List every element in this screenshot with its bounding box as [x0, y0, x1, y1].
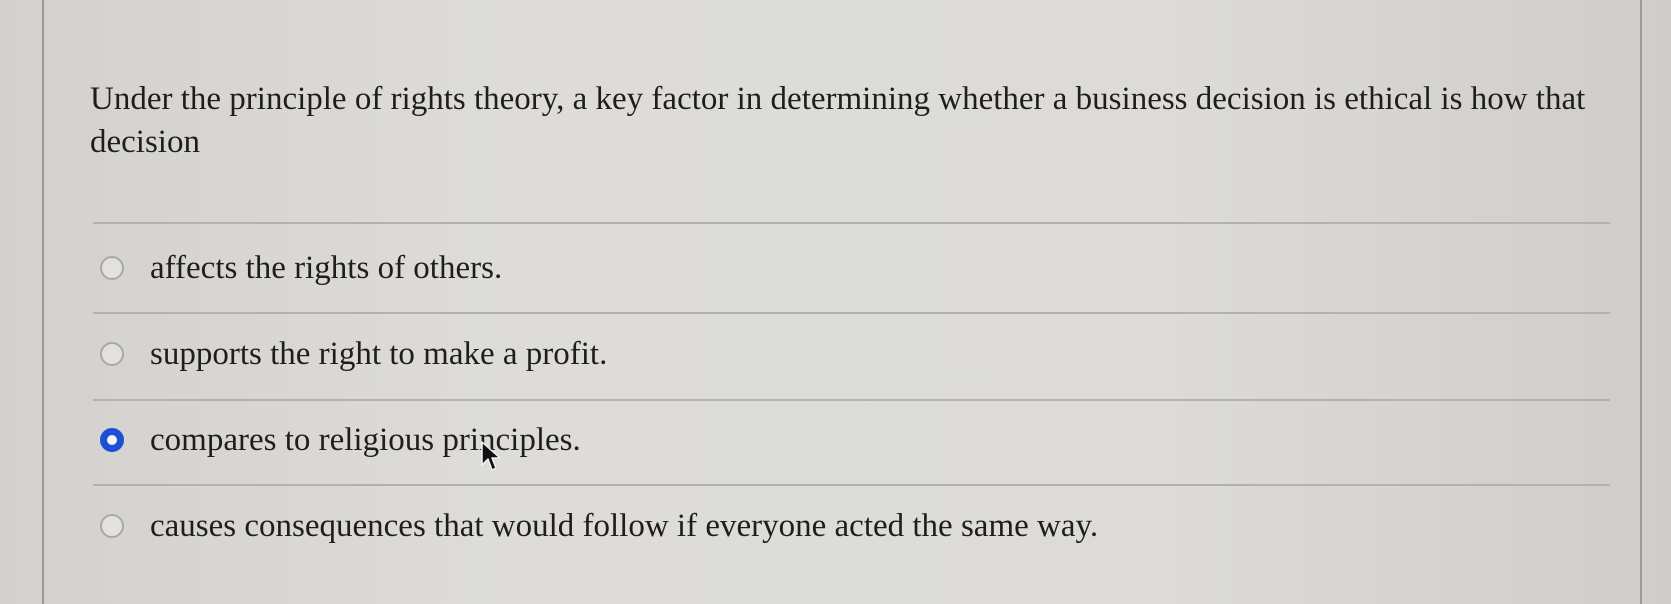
- divider: [93, 484, 1610, 486]
- quiz-screen: Under the principle of rights theory, a …: [0, 0, 1671, 604]
- mouse-pointer-icon: [481, 441, 501, 471]
- option-label: supports the right to make a profit.: [150, 335, 608, 372]
- option-label: affects the rights of others.: [150, 249, 503, 286]
- divider: [93, 312, 1610, 314]
- option-affects-rights[interactable]: affects the rights of others.: [100, 246, 502, 290]
- radio-button[interactable]: [100, 256, 124, 280]
- option-right-to-profit[interactable]: supports the right to make a profit.: [100, 332, 607, 376]
- question-text: Under the principle of rights theory, a …: [90, 81, 1586, 160]
- option-label: compares to religious principles.: [150, 421, 581, 458]
- radio-button[interactable]: [100, 514, 124, 538]
- radio-button-selected[interactable]: [100, 428, 124, 452]
- divider: [93, 222, 1610, 224]
- option-religious-principles[interactable]: compares to religious principles.: [100, 418, 581, 462]
- radio-button[interactable]: [100, 342, 124, 366]
- divider: [93, 399, 1610, 401]
- option-label: causes consequences that would follow if…: [150, 507, 1099, 544]
- option-consequences[interactable]: causes consequences that would follow if…: [100, 504, 1098, 548]
